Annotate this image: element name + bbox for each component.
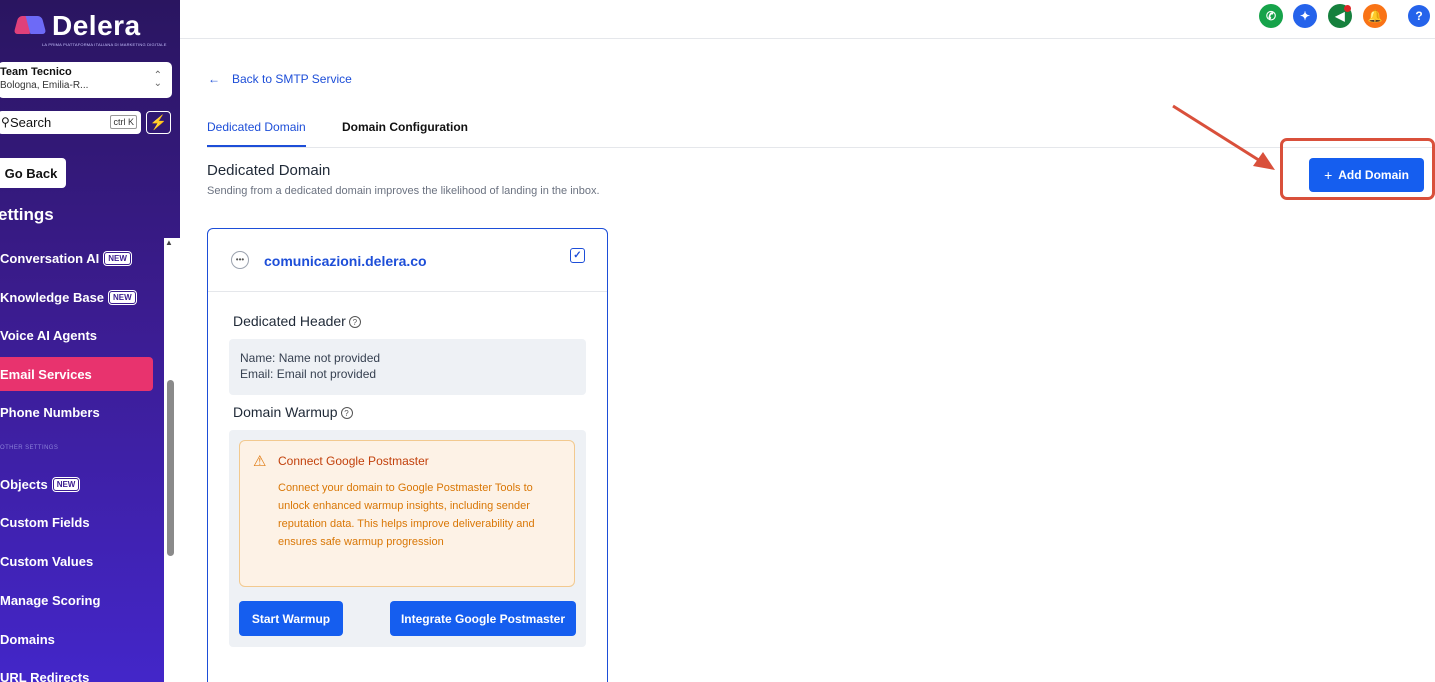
search-button[interactable]: ⚲ Search ctrl K xyxy=(0,111,141,134)
more-options-icon[interactable]: ••• xyxy=(231,251,249,269)
help-circle-icon[interactable]: ? xyxy=(348,316,361,328)
search-label: Search xyxy=(10,115,52,130)
new-badge: NEW xyxy=(109,290,136,304)
header-email-row: Email: Email not provided xyxy=(240,366,586,382)
lightning-icon: ⚡ xyxy=(149,114,168,130)
domain-name[interactable]: comunicazioni.delera.co xyxy=(264,253,427,269)
sidebar-item-label: Email Services xyxy=(0,366,92,382)
plus-icon: + xyxy=(1324,167,1333,183)
tab-domain-configuration[interactable]: Domain Configuration xyxy=(342,120,468,147)
arrow-left-icon: ← xyxy=(208,72,220,86)
sidebar-section-other: OTHER SETTINGS xyxy=(0,445,59,451)
quick-actions-button[interactable]: ⚡ xyxy=(146,111,171,134)
email-value: Email not provided xyxy=(276,367,377,381)
phone-icon[interactable]: ✆ xyxy=(1259,4,1283,28)
sidebar-item-label: Objects xyxy=(0,476,48,492)
domain-card-header: ••• comunicazioni.delera.co ✓ xyxy=(208,229,607,292)
help-icon[interactable]: ? xyxy=(1408,5,1430,27)
brand-name: Delera xyxy=(52,10,141,41)
sidebar-item-voice-ai-agents[interactable]: Voice AI Agents xyxy=(0,318,153,352)
integrate-google-postmaster-button[interactable]: Integrate Google Postmaster xyxy=(390,601,576,636)
sidebar-item-label: Manage Scoring xyxy=(0,592,101,608)
sidebar-item-email-services[interactable]: Email Services xyxy=(0,357,153,391)
domain-warmup-label: Domain Warmup xyxy=(233,404,338,420)
warning-icon: ⚠ xyxy=(253,453,267,470)
go-back-button[interactable]: Go Back xyxy=(0,158,66,188)
location-name: Team Tecnico xyxy=(0,66,72,78)
sidebar-item-label: Conversation AI xyxy=(0,250,100,266)
ai-sparkle-icon[interactable]: ✦ xyxy=(1293,4,1317,28)
tab-dedicated-domain[interactable]: Dedicated Domain xyxy=(207,120,306,147)
new-badge: NEW xyxy=(104,251,131,265)
scroll-up-arrow-icon[interactable]: ▲ xyxy=(165,238,173,247)
dedicated-header-label: Dedicated Header xyxy=(233,313,346,329)
megaphone-icon[interactable]: ◀ xyxy=(1328,4,1352,28)
sidebar-item-objects[interactable]: Objects NEW xyxy=(0,467,153,501)
sidebar-item-domains[interactable]: Domains xyxy=(0,622,153,656)
name-label: Name: xyxy=(240,351,276,365)
sidebar: Delera LA PRIMA PIATTAFORMA ITALIANA DI … xyxy=(0,0,180,682)
new-badge: NEW xyxy=(52,477,80,491)
page-title: Dedicated Domain xyxy=(207,162,331,179)
sidebar-item-manage-scoring[interactable]: Manage Scoring xyxy=(0,583,153,617)
alert-title: Connect Google Postmaster xyxy=(278,454,429,468)
start-warmup-button[interactable]: Start Warmup xyxy=(239,601,343,636)
brand-tagline: LA PRIMA PIATTAFORMA ITALIANA DI MARKETI… xyxy=(42,42,167,47)
location-switcher[interactable]: Team Tecnico Bologna, Emilia-R... ⌃ ⌄ xyxy=(0,62,172,98)
add-domain-button[interactable]: + Add Domain xyxy=(1309,158,1424,192)
sidebar-item-label: URL Redirects xyxy=(0,669,90,682)
sidebar-scrollbar-thumb[interactable] xyxy=(167,380,174,556)
domain-card: ••• comunicazioni.delera.co ✓ Dedicated … xyxy=(207,228,608,682)
settings-title: ettings xyxy=(0,205,54,224)
sidebar-item-knowledge-base[interactable]: Knowledge Base NEW xyxy=(0,280,153,314)
email-label: Email: xyxy=(240,367,274,381)
header-name-row: Name: Name not provided xyxy=(240,350,586,366)
bell-icon[interactable]: 🔔 xyxy=(1363,4,1387,28)
dedicated-header-info: Name: Name not provided Email: Email not… xyxy=(229,339,586,395)
sidebar-item-conversation-ai[interactable]: Conversation AI NEW xyxy=(0,241,153,275)
name-value: Name not provided xyxy=(278,351,381,365)
sidebar-item-label: Knowledge Base xyxy=(0,289,105,305)
dedicated-header-title: Dedicated Header? xyxy=(233,313,361,329)
logo-mark-icon xyxy=(13,14,47,36)
page-description: Sending from a dedicated domain improves… xyxy=(207,185,600,197)
search-shortcut: ctrl K xyxy=(110,115,137,129)
sidebar-item-url-redirects[interactable]: URL Redirects xyxy=(0,660,153,682)
chevron-updown-icon: ⌃ ⌄ xyxy=(153,70,162,89)
sidebar-item-phone-numbers[interactable]: Phone Numbers xyxy=(0,395,153,429)
warmup-panel: ⚠ Connect Google Postmaster Connect your… xyxy=(229,430,586,647)
brand-logo[interactable]: Delera LA PRIMA PIATTAFORMA ITALIANA DI … xyxy=(13,8,174,48)
sidebar-item-custom-values[interactable]: Custom Values xyxy=(0,544,153,578)
sidebar-item-label: Custom Values xyxy=(0,553,94,569)
postmaster-alert: ⚠ Connect Google Postmaster Connect your… xyxy=(239,440,575,587)
sidebar-item-label: Domains xyxy=(0,631,55,647)
sidebar-item-label: Voice AI Agents xyxy=(0,327,98,343)
back-link-label: Back to SMTP Service xyxy=(232,72,352,86)
help-circle-icon[interactable]: ? xyxy=(340,407,353,419)
sidebar-item-custom-fields[interactable]: Custom Fields xyxy=(0,505,153,539)
sidebar-item-label: Custom Fields xyxy=(0,514,90,530)
sidebar-item-label: Phone Numbers xyxy=(0,404,100,420)
annotation-arrow xyxy=(1172,104,1275,170)
add-domain-label: Add Domain xyxy=(1338,168,1409,182)
back-to-smtp-link[interactable]: ← Back to SMTP Service xyxy=(208,72,352,86)
top-header: ✆ ✦ ◀ 🔔 ? xyxy=(180,0,1435,39)
alert-body: Connect your domain to Google Postmaster… xyxy=(278,482,535,548)
domain-warmup-title: Domain Warmup? xyxy=(233,404,353,420)
location-subtitle: Bologna, Emilia-R... xyxy=(0,80,89,91)
search-icon: ⚲ xyxy=(1,115,10,129)
domain-select-checkbox[interactable]: ✓ xyxy=(570,248,585,263)
